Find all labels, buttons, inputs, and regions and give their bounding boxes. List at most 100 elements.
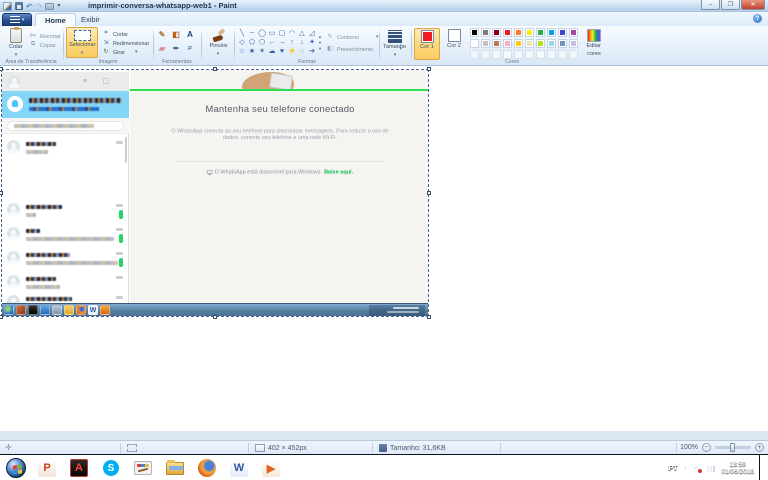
palette-color[interactable]	[547, 28, 556, 37]
paint-canvas[interactable]: ≡ ▢	[0, 67, 768, 431]
palette-empty-slot[interactable]	[558, 50, 567, 59]
start-button[interactable]	[2, 457, 30, 479]
close-button[interactable]: ✕	[741, 0, 765, 10]
selection-handle[interactable]	[213, 315, 217, 319]
shape-cell[interactable]: ✦	[307, 38, 317, 47]
tool-icon[interactable]: ✎	[157, 29, 167, 39]
taskbar-clock[interactable]: 13:59 01/06/2018	[721, 461, 754, 476]
palette-color[interactable]	[503, 28, 512, 37]
shape-cell[interactable]: △	[297, 29, 307, 38]
palette-color[interactable]	[558, 28, 567, 37]
tool-icon[interactable]: ⌕	[185, 43, 195, 53]
zoom-out-button[interactable]: −	[702, 443, 711, 452]
shape-cell[interactable]: ◿	[307, 29, 317, 38]
palette-color[interactable]	[558, 39, 567, 48]
shapes-scroll[interactable]: ▲▼▼	[317, 29, 322, 56]
select-button[interactable]: Selecionar ▾	[66, 27, 98, 58]
palette-color[interactable]	[547, 39, 556, 48]
shape-cell[interactable]: ←	[267, 38, 277, 47]
print-icon[interactable]	[45, 3, 54, 10]
shape-cell[interactable]: ▢	[277, 29, 287, 38]
palette-color[interactable]	[525, 39, 534, 48]
taskbar-firefox[interactable]	[192, 457, 222, 479]
palette-color[interactable]	[492, 28, 501, 37]
palette-empty-slot[interactable]	[547, 50, 556, 59]
palette-empty-slot[interactable]	[492, 50, 501, 59]
shape-cell[interactable]: ✶	[257, 47, 267, 56]
shape-cell[interactable]: ☆	[237, 47, 247, 56]
shape-cell[interactable]: →	[277, 38, 287, 47]
edit-colors-button[interactable]: Editar cores	[580, 29, 608, 60]
taskbar-media[interactable]: ▶	[256, 457, 286, 479]
shape-cell[interactable]: ↑	[287, 38, 297, 47]
shape-cell[interactable]: ★	[247, 47, 257, 56]
paint-menu-button[interactable]: ▾	[2, 13, 32, 26]
zoom-slider[interactable]	[715, 446, 751, 449]
tool-icon[interactable]: A	[185, 29, 195, 39]
palette-color[interactable]	[470, 28, 479, 37]
redo-icon[interactable]: ↷	[36, 2, 43, 11]
selection-handle[interactable]	[213, 67, 217, 71]
tab-view[interactable]: Exibir	[72, 13, 109, 26]
shape-cell[interactable]: ~	[247, 29, 257, 38]
palette-empty-slot[interactable]	[470, 50, 479, 59]
shape-cell[interactable]: ♥	[277, 47, 287, 56]
shape-cell[interactable]: ╲	[237, 29, 247, 38]
taskbar-skype[interactable]: S	[96, 457, 126, 479]
tray-expand-icon[interactable]: ▲	[683, 465, 689, 471]
palette-empty-slot[interactable]	[569, 50, 578, 59]
selection-handle[interactable]	[427, 67, 431, 71]
palette-color[interactable]	[481, 39, 490, 48]
palette-color[interactable]	[492, 39, 501, 48]
network-icon[interactable]	[707, 464, 716, 473]
help-icon[interactable]: ?	[753, 14, 762, 23]
palette-color[interactable]	[569, 28, 578, 37]
tool-icon[interactable]: ◧	[171, 29, 181, 39]
tool-icon[interactable]: ▰	[157, 43, 167, 53]
palette-color[interactable]	[569, 39, 578, 48]
palette-empty-slot[interactable]	[481, 50, 490, 59]
palette-color[interactable]	[536, 39, 545, 48]
qat-customize-icon[interactable]: ▾	[57, 2, 60, 11]
selection-handle[interactable]	[427, 191, 431, 195]
tool-icon[interactable]: ✒	[171, 43, 181, 53]
shape-cell[interactable]: ⬡	[257, 38, 267, 47]
minimize-button[interactable]: –	[701, 0, 720, 10]
maximize-button[interactable]: ❐	[721, 0, 740, 10]
taskbar-explorer[interactable]	[160, 457, 190, 479]
palette-color[interactable]	[536, 28, 545, 37]
selection-handle[interactable]	[0, 67, 3, 71]
taskbar-adobe[interactable]: A	[64, 457, 94, 479]
color1-button[interactable]: Cor 1	[414, 28, 440, 60]
undo-icon[interactable]: ↶	[26, 2, 33, 11]
save-icon[interactable]	[15, 2, 23, 10]
taskbar-powerpoint[interactable]: P	[32, 457, 62, 479]
language-indicator[interactable]: PT	[669, 465, 678, 472]
pasted-image-selection[interactable]: ≡ ▢	[1, 69, 429, 317]
shape-cell[interactable]: ◯	[257, 29, 267, 38]
taskbar-word[interactable]: W	[224, 457, 254, 479]
shape-cell[interactable]: ◠	[287, 29, 297, 38]
paste-button[interactable]: Colar ▾	[4, 28, 28, 57]
shape-cell[interactable]: ➔	[307, 47, 317, 56]
tab-home[interactable]: Home	[35, 13, 76, 26]
color2-button[interactable]: Cor 2	[442, 28, 466, 60]
show-desktop-button[interactable]	[759, 455, 766, 480]
volume-icon[interactable]	[693, 464, 702, 473]
palette-empty-slot[interactable]	[536, 50, 545, 59]
selection-handle[interactable]	[0, 315, 3, 319]
selection-handle[interactable]	[427, 315, 431, 319]
selection-handle[interactable]	[0, 191, 3, 195]
palette-color[interactable]	[503, 39, 512, 48]
palette-empty-slot[interactable]	[525, 50, 534, 59]
zoom-in-button[interactable]: +	[755, 443, 764, 452]
palette-color[interactable]	[470, 39, 479, 48]
size-button[interactable]: Tamanho ▾	[383, 30, 407, 57]
palette-color[interactable]	[525, 28, 534, 37]
shape-cell[interactable]: ☁	[267, 47, 277, 56]
shape-cell[interactable]: ◇	[237, 38, 247, 47]
zoom-slider-thumb[interactable]	[730, 443, 735, 452]
shape-cell[interactable]: ▭	[267, 29, 277, 38]
shape-cell[interactable]: ⬠	[247, 38, 257, 47]
brushes-button[interactable]: Pincéis ▾	[205, 29, 231, 56]
